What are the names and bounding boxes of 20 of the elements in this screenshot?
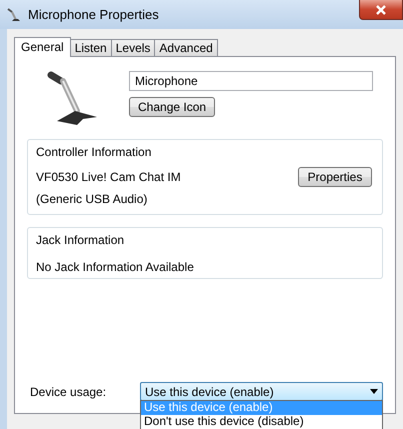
dropdown-option[interactable]: Don't use this device (disable) (141, 415, 382, 429)
close-icon (375, 4, 387, 14)
jack-status: No Jack Information Available (36, 259, 195, 276)
name-field[interactable]: Microphone (129, 71, 373, 91)
tab[interactable]: Levels (110, 39, 156, 56)
caret-icon (370, 389, 378, 394)
device-usage-label: Device usage: (30, 384, 108, 400)
tab[interactable]: Listen (70, 39, 112, 56)
tab[interactable]: General (14, 37, 71, 57)
device-usage-dropdown[interactable]: Use this device (enable) (140, 382, 383, 401)
close-button[interactable] (359, 0, 403, 20)
driver-name: (Generic USB Audio) (36, 191, 148, 208)
properties-button[interactable]: Properties (298, 167, 372, 187)
change-icon-button[interactable]: Change Icon (129, 97, 216, 117)
group-title: Controller Information (36, 144, 152, 161)
tab[interactable]: Advanced (154, 39, 218, 56)
microphone-icon (6, 6, 22, 22)
group-title: Jack Information (36, 232, 126, 249)
window-title: Microphone Properties (28, 6, 159, 24)
device-name: VF0530 Live! Cam Chat IM (36, 169, 181, 186)
